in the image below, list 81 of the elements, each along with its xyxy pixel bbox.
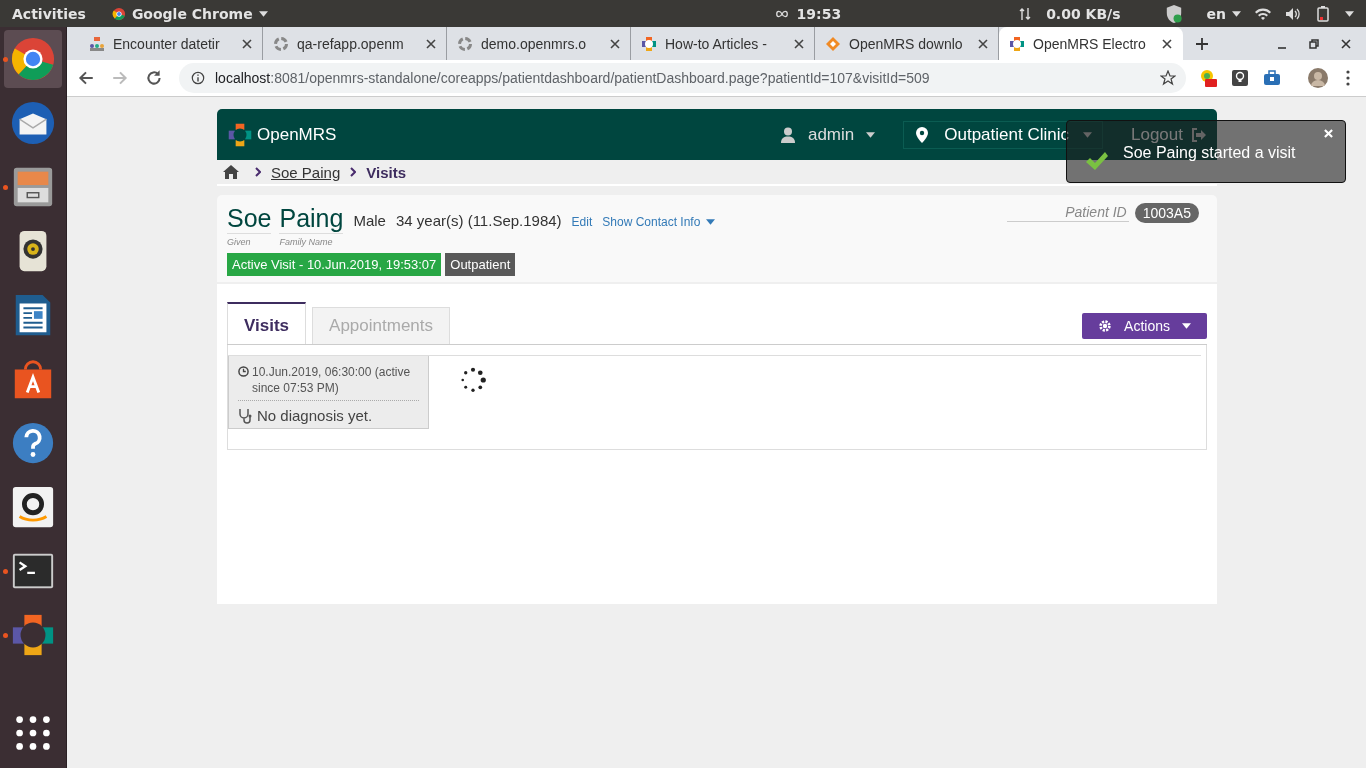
page-tab[interactable]: Visits xyxy=(227,302,307,344)
up-down-arrows-icon xyxy=(1018,6,1033,21)
chevron-icon xyxy=(255,167,261,177)
mail-icon[interactable] xyxy=(10,100,56,146)
family-name: Paing xyxy=(279,203,344,234)
gear-icon xyxy=(1098,319,1113,333)
caret-icon xyxy=(1345,10,1354,17)
user-menu[interactable]: admin xyxy=(779,124,876,145)
checkmark-icon xyxy=(1085,150,1109,171)
caret-icon xyxy=(706,219,716,225)
stethoscope-icon xyxy=(238,407,252,424)
given-label: Given xyxy=(227,237,252,247)
restore-icon[interactable] xyxy=(1308,37,1320,50)
app-menu[interactable]: Google Chrome xyxy=(111,5,268,22)
logo-icon[interactable] xyxy=(227,121,253,148)
show-contact-info-link[interactable]: Show Contact Info xyxy=(602,215,716,229)
close-icon[interactable] xyxy=(1340,37,1352,50)
user-icon xyxy=(779,126,796,143)
reload-icon[interactable] xyxy=(145,69,163,87)
clock-icon xyxy=(238,366,249,377)
people-icon xyxy=(89,35,105,52)
chrome-icon[interactable] xyxy=(10,36,56,82)
ring-icon xyxy=(641,35,657,52)
chevron-icon xyxy=(350,167,357,177)
actions-button[interactable]: Actions xyxy=(1082,313,1207,339)
diagnosis-text: No diagnosis yet. xyxy=(257,407,373,424)
close-icon[interactable] xyxy=(1162,38,1172,49)
back-icon[interactable] xyxy=(77,69,95,87)
edit-link[interactable]: Edit xyxy=(571,215,593,229)
url-text: localhost:8081/openmrs-standalone/coreapps/patientdashboard/patientDashboard.page?patientId=107&visitId=509 xyxy=(215,70,931,86)
plus-icon xyxy=(1195,36,1209,51)
shield-icon[interactable] xyxy=(1164,3,1183,24)
ring-icon xyxy=(1009,35,1025,52)
ring-icon xyxy=(273,35,289,52)
language-menu[interactable]: en xyxy=(1206,5,1226,22)
breadcrumb-link[interactable]: Soe Paing xyxy=(271,163,341,181)
caret-icon xyxy=(866,131,876,138)
family-name-label: Family Name xyxy=(279,237,334,247)
star-icon[interactable] xyxy=(1160,70,1176,86)
activities-button[interactable]: Activities xyxy=(12,5,86,22)
toolbox-icon[interactable] xyxy=(1262,68,1282,88)
location-menu[interactable]: Outpatient Clinic xyxy=(903,120,1103,149)
network-speed: 0.00 KB/s xyxy=(1046,5,1121,22)
gender-text: Male xyxy=(353,212,386,229)
caret-icon xyxy=(1232,10,1241,17)
visit-item[interactable]: 10.Jun.2019, 06:30:00 (active since 07:53 PM) No diagnosis yet. xyxy=(228,356,429,429)
ring-icon xyxy=(457,35,473,52)
battery-icon[interactable] xyxy=(1315,5,1331,22)
patient-id-badge: 1003A5 xyxy=(1134,203,1199,223)
active-visit-tag: Active Visit - 10.Jun.2019, 19:53:07 xyxy=(227,253,442,276)
caret-icon xyxy=(1182,323,1191,329)
extension-icon[interactable] xyxy=(1198,68,1218,88)
breadcrumb-current: Visits xyxy=(366,163,406,181)
patient-id-label: Patient ID xyxy=(1007,204,1129,222)
menu-icon[interactable] xyxy=(1346,70,1350,86)
given-name: Soe xyxy=(227,203,272,234)
address-bar[interactable]: localhost:8081/openmrs-standalone/coreapps/patientdashboard/patientDashboard.page?patientId=107&visitId=509 xyxy=(179,63,1186,93)
chrome-icon xyxy=(111,6,126,21)
sign-out-icon xyxy=(1191,126,1207,143)
close-icon[interactable] xyxy=(426,38,436,49)
close-icon[interactable] xyxy=(794,38,804,49)
lightbulb-icon[interactable] xyxy=(1230,68,1250,88)
loading-spinner xyxy=(459,366,487,394)
age-text: 34 year(s) (11.Sep.1984) xyxy=(395,212,562,229)
close-icon[interactable] xyxy=(978,38,988,49)
help-icon[interactable] xyxy=(10,420,56,466)
caret-icon xyxy=(258,10,268,17)
home-icon[interactable] xyxy=(223,165,239,179)
map-pin-icon xyxy=(914,126,931,143)
visit-date: 10.Jun.2019, 06:30:00 (active since 07:53 PM) xyxy=(252,364,412,396)
profile-avatar[interactable] xyxy=(1308,68,1328,88)
brand-name[interactable]: OpenMRS xyxy=(257,124,337,145)
visit-type-tag: Outpatient xyxy=(445,253,516,276)
clock[interactable]: 19:53 xyxy=(796,5,842,22)
diamond-icon xyxy=(825,35,841,52)
info-icon xyxy=(191,71,205,85)
ring-icon[interactable] xyxy=(10,612,56,658)
close-icon[interactable] xyxy=(242,38,252,49)
caret-icon xyxy=(1083,131,1092,138)
close-icon[interactable] xyxy=(610,38,620,49)
browser-tab[interactable]: OpenMRS Electro xyxy=(999,27,1183,60)
